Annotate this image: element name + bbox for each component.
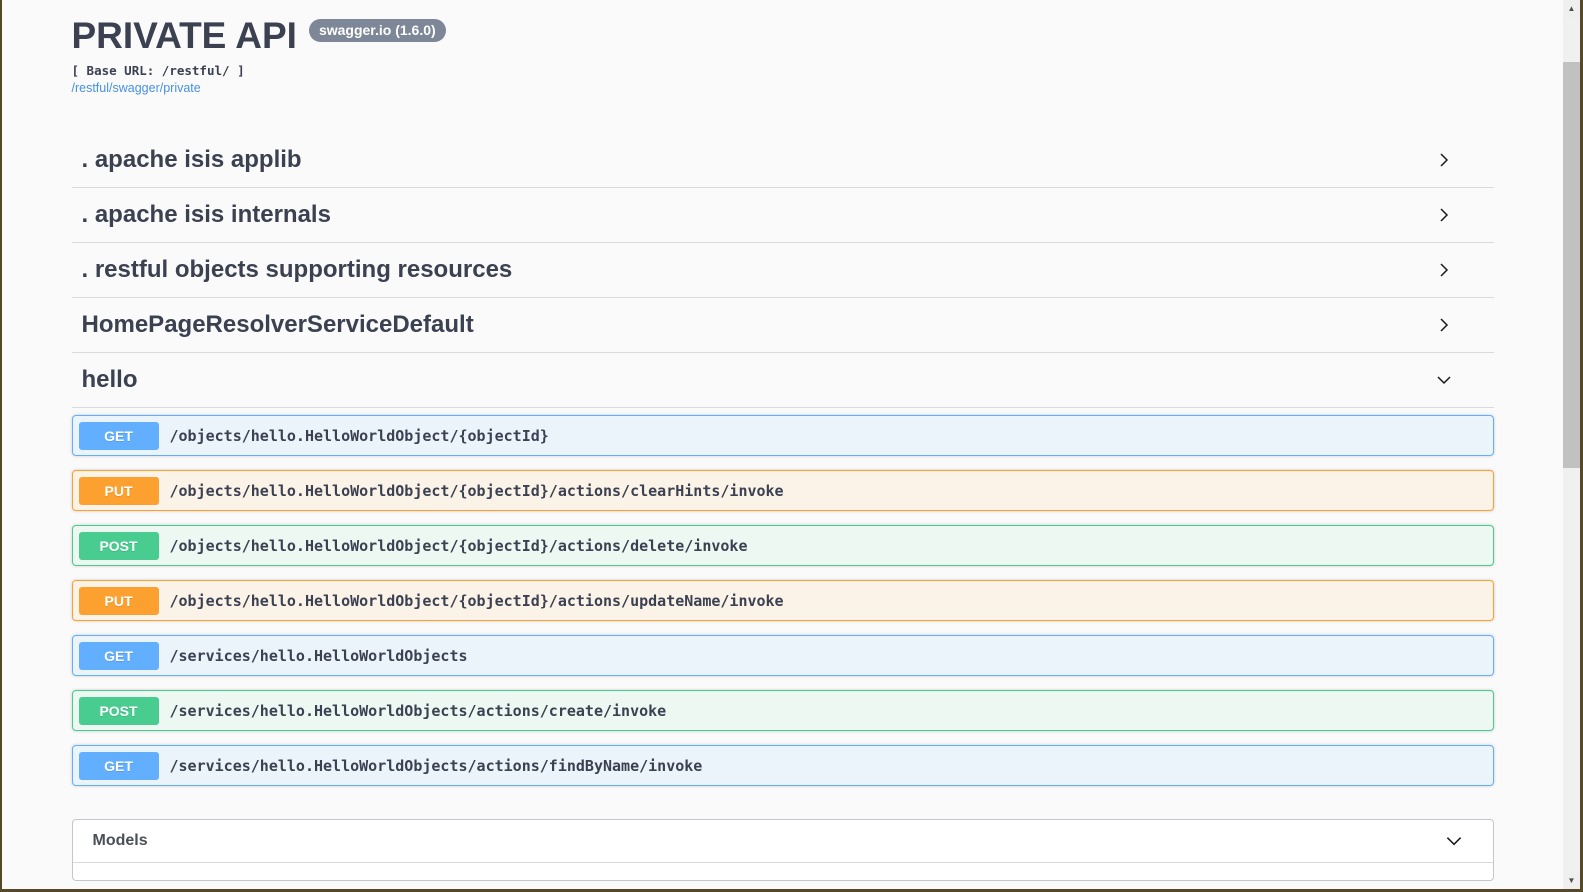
vertical-scrollbar[interactable]: ▲ ▼ [1563,0,1580,889]
operation-row[interactable]: GET /objects/hello.HelloWorldObject/{obj… [72,415,1494,456]
chevron-right-icon [1434,260,1454,280]
tag-section-restful-objects[interactable]: . restful objects supporting resources [72,243,1494,298]
operation-path: /services/hello.HelloWorldObjects/action… [170,702,667,720]
swagger-page: PRIVATE API swagger.io (1.6.0) [ Base UR… [2,0,1563,889]
tag-label: HomePageResolverServiceDefault [82,311,474,339]
scrollbar-thumb[interactable] [1563,62,1580,468]
tag-label: . apache isis internals [82,201,331,229]
models-header[interactable]: Models [73,820,1493,863]
scroll-up-icon[interactable]: ▲ [1563,0,1580,17]
operation-row[interactable]: PUT /objects/hello.HelloWorldObject/{obj… [72,580,1494,621]
method-badge: GET [79,642,159,670]
operation-row[interactable]: GET /services/hello.HelloWorldObjects/ac… [72,745,1494,786]
operation-path: /objects/hello.HelloWorldObject/{objectI… [170,427,549,445]
tag-label: hello [82,366,138,394]
operation-path: /objects/hello.HelloWorldObject/{objectI… [170,592,784,610]
operation-path: /services/hello.HelloWorldObjects [170,647,468,665]
method-badge: GET [79,422,159,450]
scroll-down-icon[interactable]: ▼ [1563,872,1580,889]
tag-label: . apache isis applib [82,146,302,174]
operation-path: /objects/hello.HelloWorldObject/{objectI… [170,482,784,500]
chevron-right-icon [1434,315,1454,335]
chevron-down-icon [1443,830,1465,852]
api-info: PRIVATE API swagger.io (1.6.0) [ Base UR… [72,16,1494,97]
tag-label: . restful objects supporting resources [82,256,513,284]
base-url: [ Base URL: /restful/ ] [72,63,1494,78]
chevron-right-icon [1434,150,1454,170]
operation-row[interactable]: PUT /objects/hello.HelloWorldObject/{obj… [72,470,1494,511]
operation-row[interactable]: GET /services/hello.HelloWorldObjects [72,635,1494,676]
tag-section-hello[interactable]: hello [72,353,1494,408]
page-title: PRIVATE API [72,16,297,56]
operation-row[interactable]: POST /services/hello.HelloWorldObjects/a… [72,690,1494,731]
version-badge: swagger.io (1.6.0) [309,19,446,42]
tag-section-apache-isis-applib[interactable]: . apache isis applib [72,133,1494,188]
models-title: Models [93,832,148,850]
operation-row[interactable]: POST /objects/hello.HelloWorldObject/{ob… [72,525,1494,566]
chevron-right-icon [1434,205,1454,225]
tag-sections: . apache isis applib . apache isis inter… [72,133,1494,786]
operations-list: GET /objects/hello.HelloWorldObject/{obj… [72,408,1494,786]
method-badge: POST [79,532,159,560]
method-badge: POST [79,697,159,725]
method-badge: PUT [79,477,159,505]
models-section: Models [72,819,1494,881]
spec-link[interactable]: /restful/swagger/private [72,81,201,95]
operation-path: /services/hello.HelloWorldObjects/action… [170,757,703,775]
operation-path: /objects/hello.HelloWorldObject/{objectI… [170,537,748,555]
method-badge: GET [79,752,159,780]
method-badge: PUT [79,587,159,615]
browser-window: PRIVATE API swagger.io (1.6.0) [ Base UR… [0,0,1583,892]
chevron-down-icon [1434,370,1454,390]
tag-section-apache-isis-internals[interactable]: . apache isis internals [72,188,1494,243]
tag-section-homepageresolver[interactable]: HomePageResolverServiceDefault [72,298,1494,353]
